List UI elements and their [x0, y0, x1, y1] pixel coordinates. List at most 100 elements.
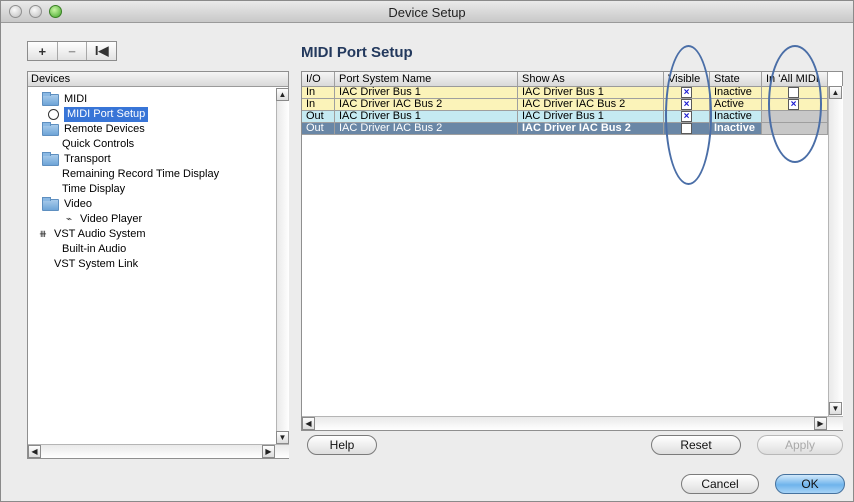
tree-item-label: VST Audio System: [54, 228, 146, 240]
tree-item[interactable]: Remote Devices: [42, 121, 145, 137]
cell-in-all-midi: [762, 87, 828, 98]
scroll-down-icon[interactable]: ▼: [276, 431, 289, 444]
apply-button[interactable]: Apply: [757, 435, 843, 455]
table-row[interactable]: In IAC Driver Bus 1 IAC Driver Bus 1 × Inact…: [302, 87, 828, 99]
devices-header: Devices: [28, 72, 288, 87]
midi-port-table: I/O Port System Name Show As Visible Sta…: [301, 71, 843, 431]
scroll-right-icon[interactable]: ▶: [262, 445, 275, 458]
visible-checkbox[interactable]: ×: [681, 111, 692, 122]
table-header: I/O Port System Name Show As Visible Sta…: [302, 72, 828, 87]
cell-io: Out: [302, 123, 335, 134]
table-row[interactable]: In IAC Driver IAC Bus 2 IAC Driver IAC Bus…: [302, 99, 828, 111]
devices-vertical-scrollbar[interactable]: ▲ ▼: [276, 88, 289, 444]
scroll-left-icon[interactable]: ◀: [302, 417, 315, 430]
cancel-button[interactable]: Cancel: [681, 474, 759, 494]
tree-item-label: Remote Devices: [64, 123, 145, 135]
table-horizontal-scrollbar[interactable]: ◀ ▶: [302, 416, 843, 430]
tree-item-label: Remaining Record Time Display: [62, 168, 220, 180]
tree-item-label: Quick Controls: [62, 138, 135, 150]
vst-audio-icon: ⧻: [38, 229, 48, 240]
cell-show-as[interactable]: IAC Driver Bus 1: [518, 87, 664, 98]
in-all-midi-checkbox[interactable]: ×: [788, 99, 799, 110]
device-toolbar: + − I◀: [27, 41, 117, 61]
cell-show-as[interactable]: IAC Driver Bus 1: [518, 111, 664, 122]
cell-in-all-midi: [762, 123, 828, 134]
window-title: Device Setup: [388, 5, 466, 20]
cell-in-all-midi: [762, 111, 828, 122]
scroll-right-icon[interactable]: ▶: [814, 417, 827, 430]
column-header-in-all-midi[interactable]: In 'All MIDI: [762, 72, 828, 86]
cell-state: Inactive: [710, 87, 762, 98]
cell-show-as[interactable]: IAC Driver IAC Bus 2: [518, 99, 664, 110]
cell-in-all-midi: ×: [762, 99, 828, 110]
devices-panel: Devices MIDI MIDI Port Setup Remote Device…: [27, 71, 289, 459]
tree-item[interactable]: Quick Controls: [62, 137, 134, 152]
tree-item[interactable]: Remaining Record Time Display: [62, 167, 219, 182]
reset-device-button[interactable]: I◀: [87, 42, 116, 60]
tree-item[interactable]: MIDI: [42, 91, 88, 107]
cell-visible: ×: [664, 99, 710, 110]
folder-icon: [42, 121, 59, 136]
cell-port: IAC Driver IAC Bus 2: [335, 123, 518, 134]
cell-port: IAC Driver IAC Bus 2: [335, 99, 518, 110]
video-player-icon: ⌁: [65, 214, 73, 225]
tree-item[interactable]: Built-in Audio: [62, 242, 126, 257]
tree-item[interactable]: ⧻ VST Audio System: [36, 227, 146, 242]
cell-visible: [664, 123, 710, 134]
tree-item-label: Transport: [64, 153, 111, 165]
tree-item[interactable]: Time Display: [62, 182, 125, 197]
tree-item[interactable]: MIDI Port Setup: [48, 107, 149, 122]
cell-io: In: [302, 99, 335, 110]
table-vertical-scrollbar[interactable]: ▲ ▼: [828, 86, 843, 416]
tree-item[interactable]: ⌁ Video Player: [62, 212, 142, 227]
in-all-midi-checkbox[interactable]: [788, 87, 799, 98]
tree-item-label: Video Player: [80, 213, 143, 225]
tree-item[interactable]: Transport: [42, 151, 111, 167]
visible-checkbox[interactable]: ×: [681, 87, 692, 98]
tree-item-label: Built-in Audio: [62, 243, 127, 255]
tree-item[interactable]: Video: [42, 196, 92, 212]
column-header-visible[interactable]: Visible: [664, 72, 710, 86]
cell-state: Inactive: [710, 123, 762, 134]
title-bar[interactable]: Device Setup: [1, 1, 853, 23]
cell-visible: ×: [664, 87, 710, 98]
tree-item-label: VST System Link: [54, 258, 139, 270]
cell-show-as[interactable]: IAC Driver IAC Bus 2: [518, 123, 664, 134]
cell-io: In: [302, 87, 335, 98]
column-header-port-system-name[interactable]: Port System Name: [335, 72, 518, 86]
tree-item-label: Video: [64, 198, 92, 210]
ok-button[interactable]: OK: [775, 474, 845, 494]
folder-icon: [42, 91, 59, 106]
cell-port: IAC Driver Bus 1: [335, 111, 518, 122]
scroll-up-icon[interactable]: ▲: [829, 86, 842, 99]
visible-checkbox[interactable]: ×: [681, 99, 692, 110]
cell-io: Out: [302, 111, 335, 122]
cell-visible: ×: [664, 111, 710, 122]
folder-icon: [42, 196, 59, 211]
column-header-show-as[interactable]: Show As: [518, 72, 664, 86]
tree-item-label: MIDI Port Setup: [64, 107, 149, 122]
device-setup-window: Device Setup + − I◀ MIDI Port Setup Devi…: [0, 0, 854, 502]
devices-horizontal-scrollbar[interactable]: ◀ ▶: [28, 444, 289, 458]
tree-item-label: MIDI: [64, 93, 88, 105]
cell-state: Inactive: [710, 111, 762, 122]
tree-item-label: Time Display: [62, 183, 126, 195]
table-row[interactable]: Out IAC Driver Bus 1 IAC Driver Bus 1 × Inac…: [302, 111, 828, 123]
folder-icon: [42, 151, 59, 166]
tree-item[interactable]: VST System Link: [54, 257, 138, 272]
visible-checkbox[interactable]: [681, 123, 692, 134]
devices-tree: MIDI MIDI Port Setup Remote Devices Quick C…: [28, 88, 276, 444]
help-button[interactable]: Help: [307, 435, 377, 455]
add-device-button[interactable]: +: [28, 42, 58, 60]
reset-button[interactable]: Reset: [651, 435, 741, 455]
scroll-left-icon[interactable]: ◀: [28, 445, 41, 458]
table-row[interactable]: Out IAC Driver IAC Bus 2 IAC Driver IAC Bu…: [302, 123, 828, 135]
remove-device-button[interactable]: −: [58, 42, 88, 60]
cell-port: IAC Driver Bus 1: [335, 87, 518, 98]
scroll-down-icon[interactable]: ▼: [829, 402, 842, 415]
cell-state: Active: [710, 99, 762, 110]
page-title: MIDI Port Setup: [301, 44, 413, 61]
column-header-io[interactable]: I/O: [302, 72, 335, 86]
column-header-state[interactable]: State: [710, 72, 762, 86]
scroll-up-icon[interactable]: ▲: [276, 88, 289, 101]
